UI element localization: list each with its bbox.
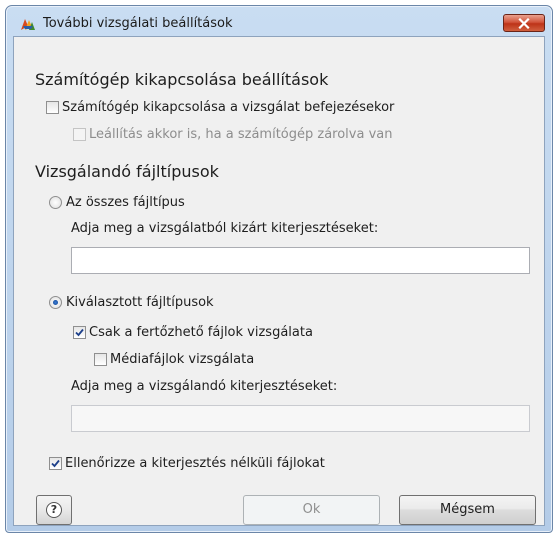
checkbox-box[interactable]: [94, 352, 107, 366]
check-mark-icon: [51, 459, 60, 467]
help-button[interactable]: ?: [36, 495, 72, 525]
avg-logo-icon: [20, 16, 36, 30]
checkbox-label: Ellenőrizze a kiterjesztés nélküli fájlo…: [65, 455, 325, 471]
close-icon: [518, 18, 530, 29]
checkbox-label: Médiafájlok vizsgálata: [110, 351, 255, 367]
included-extensions-input[interactable]: [71, 405, 530, 432]
force-shutdown-locked-checkbox[interactable]: Leállítás akkor is, ha a számítógép záro…: [73, 126, 393, 142]
checkbox-box[interactable]: [73, 325, 86, 339]
radio-button[interactable]: [49, 295, 62, 309]
all-file-types-radio[interactable]: Az összes fájltípus: [49, 194, 185, 210]
help-icon: ?: [46, 502, 62, 518]
checkbox-box[interactable]: [46, 100, 59, 114]
included-extensions-label: Adja meg a vizsgálandó kiterjesztéseket:: [71, 379, 338, 394]
window-title: További vizsgálati beállítások: [43, 16, 233, 31]
dialog-body: Számítógép kikapcsolása beállítások Szám…: [13, 36, 545, 526]
radio-button[interactable]: [49, 195, 62, 209]
checkbox-box[interactable]: [73, 127, 86, 141]
shutdown-after-scan-checkbox[interactable]: Számítógép kikapcsolása a vizsgálat befe…: [46, 99, 394, 115]
no-extension-files-checkbox[interactable]: Ellenőrizze a kiterjesztés nélküli fájlo…: [49, 455, 325, 471]
cancel-button[interactable]: Mégsem: [399, 495, 536, 525]
title-bar[interactable]: További vizsgálati beállítások: [6, 6, 552, 36]
checkbox-label: Számítógép kikapcsolása a vizsgálat befe…: [62, 99, 395, 115]
radio-selected-dot: [53, 299, 58, 305]
excluded-extensions-input[interactable]: [71, 247, 530, 274]
checkbox-box[interactable]: [49, 456, 62, 470]
close-button[interactable]: [503, 14, 545, 32]
radio-label: Az összes fájltípus: [66, 194, 185, 210]
checkbox-label: Leállítás akkor is, ha a számítógép záro…: [89, 126, 393, 142]
section-heading-shutdown: Számítógép kikapcsolása beállítások: [35, 70, 329, 89]
infectable-files-checkbox[interactable]: Csak a fertőzhető fájlok vizsgálata: [73, 324, 313, 340]
check-mark-icon: [75, 328, 84, 336]
checkbox-label: Csak a fertőzhető fájlok vizsgálata: [89, 324, 313, 340]
selected-file-types-radio[interactable]: Kiválasztott fájltípusok: [49, 294, 214, 310]
ok-button[interactable]: Ok: [243, 495, 380, 525]
dialog-window: További vizsgálati beállítások Számítógé…: [5, 5, 553, 533]
media-files-checkbox[interactable]: Médiafájlok vizsgálata: [94, 351, 254, 367]
section-heading-file-types: Vizsgálandó fájltípusok: [35, 162, 219, 181]
excluded-extensions-label: Adja meg a vizsgálatból kizárt kiterjesz…: [71, 221, 379, 236]
radio-label: Kiválasztott fájltípusok: [66, 294, 214, 310]
